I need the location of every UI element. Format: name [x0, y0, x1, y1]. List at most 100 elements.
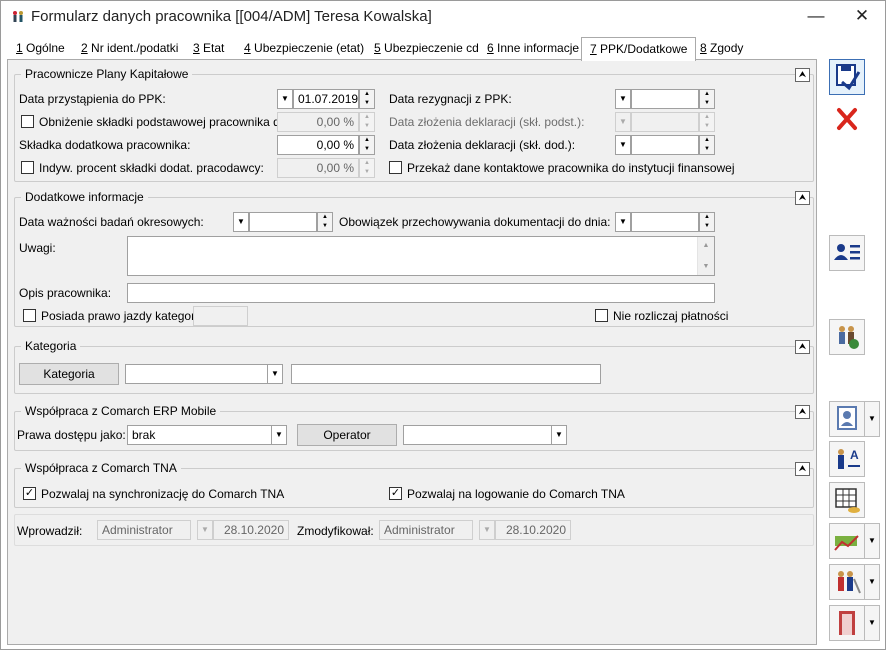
- people-icon: [839, 326, 859, 349]
- category-collapse-button[interactable]: ⮝: [795, 340, 810, 354]
- ppk-collapse-button[interactable]: ⮝: [795, 68, 810, 82]
- operator-button[interactable]: Operator: [297, 424, 397, 446]
- entered-date-field: 28.10.2020: [213, 520, 289, 540]
- people-tools-menu-arrow[interactable]: ▼: [864, 564, 880, 600]
- category-group-title: Kategoria: [21, 339, 81, 353]
- ppk-indiv-label: Indyw. procent składki dodat. pracodawcy…: [39, 161, 264, 175]
- ppk-decl-basic-dropdown[interactable]: ▼: [615, 112, 631, 132]
- contact-card-icon: [834, 244, 860, 260]
- modified-date-field: 28.10.2020: [495, 520, 571, 540]
- exam-date-dropdown[interactable]: ▼: [233, 212, 249, 232]
- close-button[interactable]: ✕: [839, 1, 885, 33]
- operator-dropdown[interactable]: ▼: [551, 425, 567, 445]
- exit-door-button[interactable]: [829, 605, 865, 641]
- ppk-join-date-field[interactable]: 01.07.2019: [293, 89, 359, 109]
- category-button[interactable]: Kategoria: [19, 363, 119, 385]
- category-description-field[interactable]: [291, 364, 601, 384]
- tab-ubezpieczenie-etat[interactable]: 4 Ubezpieczenie (etat): [242, 39, 366, 60]
- mobile-group-title: Współpraca z Comarch ERP Mobile: [21, 404, 221, 418]
- tab-nr-ident[interactable]: 2 Nr ident./podatki: [79, 39, 180, 60]
- people-tools-button[interactable]: [829, 564, 865, 600]
- ppk-resign-dropdown[interactable]: ▼: [615, 89, 631, 109]
- extra-collapse-button[interactable]: ⮝: [795, 191, 810, 205]
- tab-inne-informacje[interactable]: 6 Inne informacje: [485, 39, 581, 60]
- license-checkbox[interactable]: [23, 309, 36, 322]
- notes-textarea[interactable]: ▲ ▼: [127, 236, 715, 276]
- ppk-join-spinner[interactable]: ▲ ▼: [359, 89, 375, 109]
- ppk-decl-basic-field[interactable]: [631, 112, 699, 132]
- license-category-field[interactable]: [193, 306, 248, 326]
- license-label: Posiada prawo jazdy kategorii:: [41, 309, 204, 323]
- tna-login-label: Pozwalaj na logowanie do Comarch TNA: [407, 487, 625, 501]
- storage-date-label: Obowiązek przechowywania dokumentacji do…: [339, 215, 611, 229]
- tab-ogolne[interactable]: 1 Ogólne: [14, 39, 67, 60]
- chart-button[interactable]: [829, 523, 865, 559]
- photo-button[interactable]: [829, 401, 865, 437]
- ppk-resign-spinner[interactable]: ▲ ▼: [699, 89, 715, 109]
- ppk-decl-extra-dropdown[interactable]: ▼: [615, 135, 631, 155]
- tab-zgody[interactable]: 8 Zgody: [698, 39, 745, 60]
- ppk-extra-spinner[interactable]: ▲ ▼: [359, 135, 375, 155]
- photo-menu-arrow[interactable]: ▼: [864, 401, 880, 437]
- exam-date-field[interactable]: [249, 212, 317, 232]
- ppk-decl-basic-label: Data złożenia deklaracji (skł. podst.):: [389, 115, 585, 129]
- ppk-join-label: Data przystąpienia do PPK:: [19, 92, 166, 106]
- ppk-indiv-spinner[interactable]: ▲ ▼: [359, 158, 375, 178]
- save-disk-icon: [836, 64, 861, 91]
- modified-user-field: Administrator: [379, 520, 473, 540]
- ppk-group: Pracownicze Plany Kapitałowe ⮝ Data przy…: [14, 67, 814, 182]
- ppk-decl-basic-spinner[interactable]: ▲ ▼: [699, 112, 715, 132]
- storage-date-spinner[interactable]: ▲ ▼: [699, 212, 715, 232]
- storage-date-field[interactable]: [631, 212, 699, 232]
- entered-date-dropdown: ▼: [197, 520, 213, 540]
- chart-money-icon: [834, 535, 859, 551]
- entered-label: Wprowadził:: [17, 524, 83, 538]
- minimize-button[interactable]: —: [793, 1, 839, 33]
- ppk-reduce-checkbox[interactable]: [21, 115, 34, 128]
- ppk-decl-extra-field[interactable]: [631, 135, 699, 155]
- access-dropdown[interactable]: ▼: [271, 425, 287, 445]
- mobile-collapse-button[interactable]: ⮝: [795, 405, 810, 419]
- door-exit-icon: [839, 611, 855, 635]
- exit-menu-arrow[interactable]: ▼: [864, 605, 880, 641]
- cancel-button[interactable]: [829, 101, 865, 137]
- ppk-indiv-field[interactable]: 0,00 %: [277, 158, 359, 178]
- tna-group-title: Współpraca z Comarch TNA: [21, 461, 181, 475]
- entered-user-field: Administrator: [97, 520, 191, 540]
- ppk-extra-field[interactable]: 0,00 %: [277, 135, 359, 155]
- exam-date-label: Data ważności badań okresowych:: [19, 215, 204, 229]
- person-letter-icon: A: [838, 448, 860, 469]
- ppk-reduce-spinner[interactable]: ▲ ▼: [359, 112, 375, 132]
- ppk-resign-label: Data rezygnacji z PPK:: [389, 92, 512, 106]
- ppk-transfer-checkbox[interactable]: [389, 161, 402, 174]
- description-field[interactable]: [127, 283, 715, 303]
- ppk-join-dropdown[interactable]: ▼: [277, 89, 293, 109]
- mobile-group: Współpraca z Comarch ERP Mobile ⮝ Prawa …: [14, 404, 814, 451]
- category-select[interactable]: [125, 364, 269, 384]
- ppk-indiv-checkbox[interactable]: [21, 161, 34, 174]
- tna-collapse-button[interactable]: ⮝: [795, 462, 810, 476]
- tna-sync-checkbox[interactable]: ✓: [23, 487, 36, 500]
- translate-button[interactable]: A: [829, 441, 865, 477]
- exam-date-spinner[interactable]: ▲ ▼: [317, 212, 333, 232]
- people-tools-icon: [838, 571, 861, 594]
- notes-scrollbar[interactable]: ▲ ▼: [697, 237, 714, 275]
- no-settle-checkbox[interactable]: [595, 309, 608, 322]
- category-dropdown[interactable]: ▼: [267, 364, 283, 384]
- ppk-decl-extra-spinner[interactable]: ▲ ▼: [699, 135, 715, 155]
- tab-ppk-dodatkowe[interactable]: 7 PPK/Dodatkowe: [581, 37, 697, 61]
- people-button[interactable]: [829, 319, 865, 355]
- contact-card-button[interactable]: [829, 235, 865, 271]
- operator-select[interactable]: [403, 425, 553, 445]
- tab-ubezpieczenie-cd[interactable]: 5 Ubezpieczenie cd: [372, 39, 481, 60]
- ppk-reduce-field[interactable]: 0,00 %: [277, 112, 359, 132]
- access-select[interactable]: brak: [127, 425, 273, 445]
- save-button[interactable]: [829, 59, 865, 95]
- description-label: Opis pracownika:: [19, 286, 112, 300]
- ppk-resign-field[interactable]: [631, 89, 699, 109]
- chart-menu-arrow[interactable]: ▼: [864, 523, 880, 559]
- tna-login-checkbox[interactable]: ✓: [389, 487, 402, 500]
- table-coins-button[interactable]: [829, 482, 865, 518]
- storage-date-dropdown[interactable]: ▼: [615, 212, 631, 232]
- tab-etat[interactable]: 3 Etat: [191, 39, 226, 60]
